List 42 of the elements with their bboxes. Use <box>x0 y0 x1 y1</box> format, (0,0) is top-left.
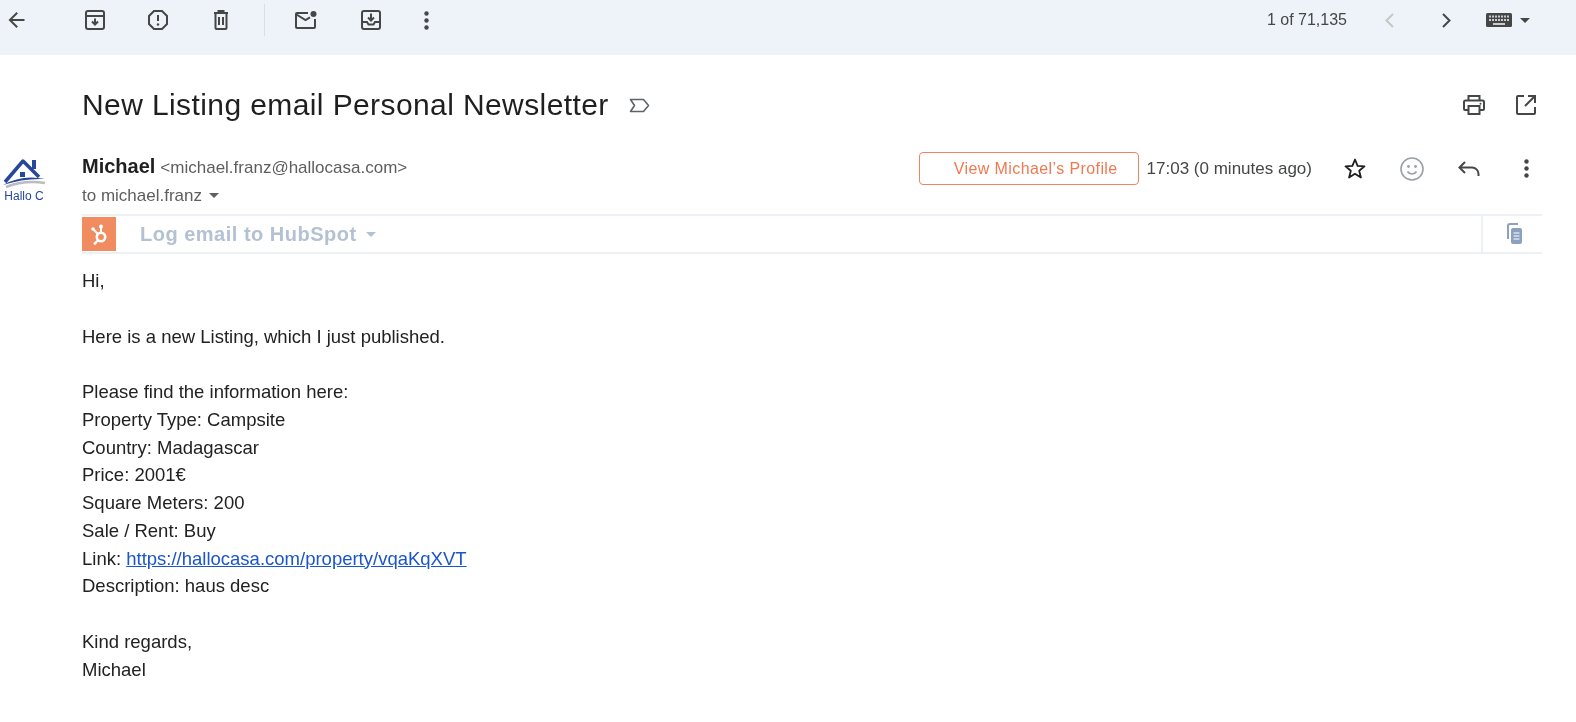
caret-down-icon <box>1520 17 1530 23</box>
body-text: Please find the information here: <box>82 380 350 404</box>
logo-text: Hallo C <box>4 189 44 203</box>
chevron-right-icon <box>1441 12 1451 28</box>
curved-arrow-left-icon <box>1458 160 1480 177</box>
documents-icon <box>1505 223 1523 245</box>
smiley-icon <box>1400 156 1424 181</box>
link-label: Link: <box>82 547 122 569</box>
email-subject: New Listing email Personal Newsletter <box>82 87 609 123</box>
more-vertical-icon <box>423 10 429 30</box>
pager-count: 1 of 71,135 <box>1266 10 1347 30</box>
sender-email: <michael.franz@hallocasa.com> <box>160 157 408 179</box>
body-text: Hi, <box>82 269 106 293</box>
log-email-button[interactable]: Log email to HubSpot <box>140 222 376 246</box>
property-link[interactable]: https://hallocasa.com/property/vqaKqXVT <box>126 547 467 569</box>
body-text: Property Type: Campsite <box>82 407 287 432</box>
sender-name: Michael <box>82 154 156 179</box>
body-text: Square Meters: 200 <box>82 491 246 515</box>
body-text: Michael <box>82 657 147 682</box>
printer-icon <box>1463 95 1485 115</box>
body-text: Price: 2001€ <box>82 463 187 488</box>
box-arrow-out-icon <box>1516 95 1536 115</box>
trash-icon <box>213 10 229 30</box>
tray-arrow-down-icon <box>361 10 381 30</box>
caret-down-icon <box>209 193 219 198</box>
recipients-text: to michael.franz <box>82 185 202 207</box>
box-arrow-down-icon <box>85 10 105 30</box>
body-text: Sale / Rent: Buy <box>82 518 217 543</box>
caret-down-icon <box>365 231 376 237</box>
chevron-left-icon <box>1384 12 1394 28</box>
body-text: Country: Madagascar <box>82 435 260 460</box>
envelope-dot-icon <box>295 11 317 29</box>
body-text: Description: haus desc <box>82 574 271 599</box>
octagon-exclamation-icon <box>148 10 168 30</box>
sprocket-logo-icon <box>82 217 116 251</box>
body-text: Kind regards, <box>82 629 194 654</box>
body-text: Here is a new Listing, which I just published. <box>82 324 446 349</box>
keyboard-icon <box>1486 13 1512 27</box>
view-profile-button[interactable]: View Michael’s Profile <box>918 152 1139 185</box>
arrow-left-icon <box>7 12 25 28</box>
received-time: 17:03 (0 minutes ago) <box>1146 158 1312 179</box>
more-vertical-icon <box>1523 159 1529 178</box>
